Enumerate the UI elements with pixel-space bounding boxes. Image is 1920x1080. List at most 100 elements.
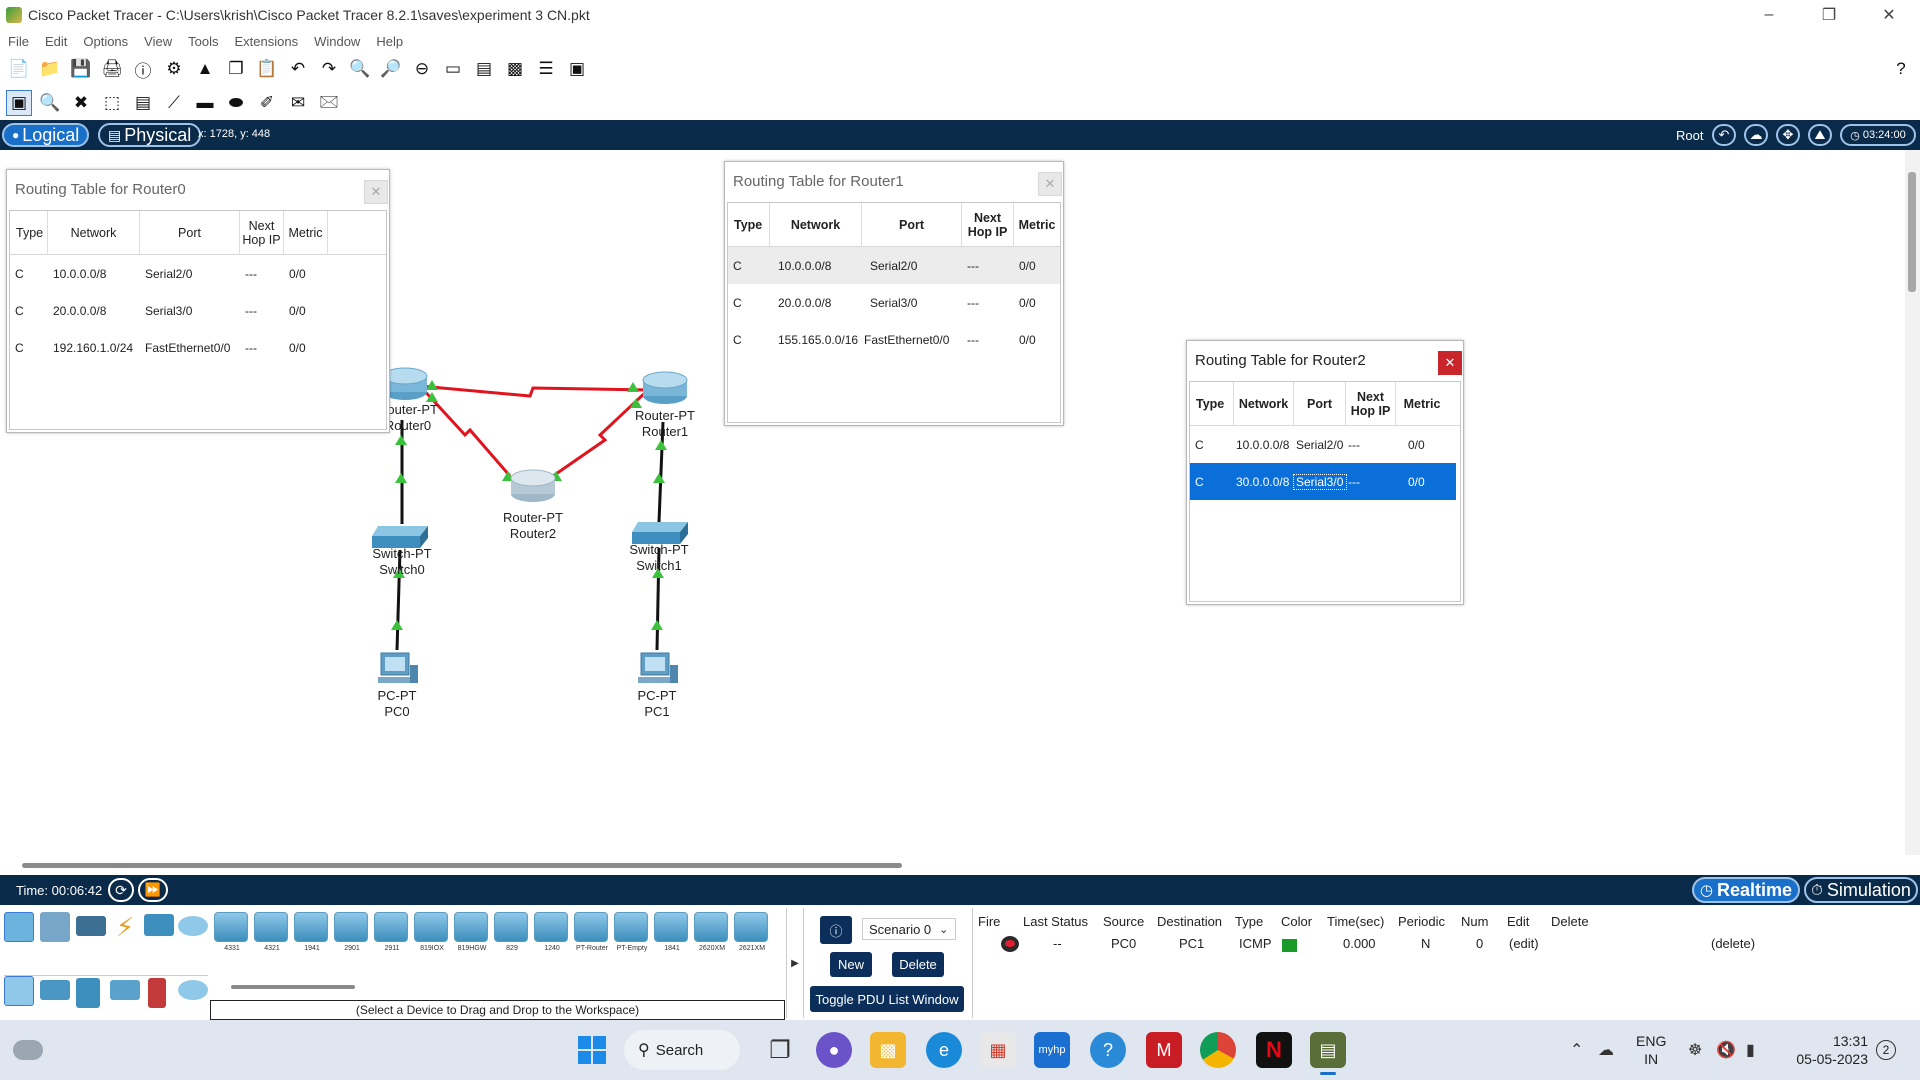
power-cycle-icon[interactable]: ⟳ xyxy=(108,878,134,902)
new-file-icon[interactable]: 📄 xyxy=(6,56,32,82)
device-model-1841[interactable]: 1841 xyxy=(654,912,688,952)
help-app-icon[interactable]: ? xyxy=(1090,1032,1126,1068)
scenario-select[interactable]: Scenario 0 ⌄ xyxy=(862,918,956,940)
menu-edit[interactable]: Edit xyxy=(45,34,67,49)
table-row[interactable]: C 10.0.0.0/8 Serial2/0 --- 0/0 xyxy=(10,255,386,292)
cluster-list-icon[interactable]: ☰ xyxy=(533,56,559,82)
netflix-icon[interactable]: N xyxy=(1256,1032,1292,1068)
freeform-icon[interactable]: ✐ xyxy=(254,90,280,116)
components-category-icon[interactable] xyxy=(76,916,106,936)
inspect-icon[interactable]: 🔍 xyxy=(37,90,63,116)
network-status-icon[interactable]: ☁ xyxy=(1598,1040,1614,1060)
restore-button[interactable]: ❐ xyxy=(1800,0,1858,30)
weather-icon[interactable] xyxy=(10,1032,46,1068)
zoom-in-icon[interactable]: 🔍 xyxy=(347,56,373,82)
zoom-out-icon[interactable]: ⊖ xyxy=(409,56,435,82)
menu-file[interactable]: File xyxy=(8,34,29,49)
end-devices-category-icon[interactable] xyxy=(40,912,70,942)
device-model-4321[interactable]: 4321 xyxy=(254,912,288,952)
viewport-icon[interactable]: ▣ xyxy=(564,56,590,82)
vertical-scrollbar[interactable] xyxy=(1905,150,1920,855)
device-model-pt-empty[interactable]: PT-Empty xyxy=(614,912,648,952)
place-note-icon[interactable]: ▤ xyxy=(130,90,156,116)
device-model-829[interactable]: 829 xyxy=(494,912,528,952)
open-folder-icon[interactable]: 📁 xyxy=(37,56,63,82)
notification-badge[interactable]: 2 xyxy=(1876,1040,1896,1060)
cluster-icon[interactable]: ▩ xyxy=(502,56,528,82)
draw-rectangle-icon[interactable]: ▬ xyxy=(192,90,218,116)
simulation-mode-button[interactable]: ⏱ Simulation xyxy=(1804,877,1918,903)
speaker-muted-icon[interactable]: 🔇 xyxy=(1716,1040,1736,1060)
fast-forward-icon[interactable]: ⏩ xyxy=(138,878,168,902)
table-row[interactable]: C 155.165.0.0/16 FastEthernet0/0 --- 0/0 xyxy=(728,321,1060,358)
root-label[interactable]: Root xyxy=(1676,128,1703,143)
device-model-2621xm[interactable]: 2621XM xyxy=(734,912,768,952)
device-model-819iox[interactable]: 819IOX xyxy=(414,912,448,952)
mcafee-icon[interactable]: M xyxy=(1146,1032,1182,1068)
hubs-subcategory-icon[interactable] xyxy=(76,978,100,1008)
store-icon[interactable]: ▦ xyxy=(980,1032,1016,1068)
wireless-subcategory-icon[interactable] xyxy=(110,980,140,1000)
menu-tools[interactable]: Tools xyxy=(188,34,218,49)
resize-shape-icon[interactable]: ⬚ xyxy=(99,90,125,116)
device-model-819hgw[interactable]: 819HGW xyxy=(454,912,488,952)
redo-icon[interactable]: ↷ xyxy=(316,56,342,82)
draw-line-icon[interactable]: ⟋ xyxy=(161,90,187,116)
undo-icon[interactable]: ↶ xyxy=(285,56,311,82)
close-icon[interactable]: ✕ xyxy=(1038,172,1062,196)
new-scenario-button[interactable]: New xyxy=(830,952,872,977)
move-icon[interactable]: ✥ xyxy=(1776,124,1800,146)
switches-subcategory-icon[interactable] xyxy=(40,980,70,1000)
device-model-4331[interactable]: 4331 xyxy=(214,912,248,952)
menu-extensions[interactable]: Extensions xyxy=(234,34,298,49)
device-model-1240[interactable]: 1240 xyxy=(534,912,568,952)
delete-scenario-button[interactable]: Delete xyxy=(892,952,944,977)
routing-table-window-router2[interactable]: Routing Table for Router2 ✕ Type Network… xyxy=(1186,340,1464,605)
select-tool-icon[interactable]: ▣ xyxy=(6,90,32,116)
simple-pdu-icon[interactable]: ✉ xyxy=(285,90,311,116)
paste-icon[interactable]: 📋 xyxy=(254,56,280,82)
wifi-icon[interactable]: ☸ xyxy=(1688,1040,1702,1060)
tray-overflow-icon[interactable]: ⌃ xyxy=(1570,1040,1583,1060)
delete-tool-icon[interactable]: ✖ xyxy=(68,90,94,116)
routers-subcategory-icon[interactable] xyxy=(4,976,34,1006)
help-icon[interactable]: ? xyxy=(1888,56,1914,82)
routing-table-window-router0[interactable]: Routing Table for Router0 ✕ Type Network… xyxy=(6,169,390,433)
table-row[interactable]: C 20.0.0.0/8 Serial3/0 --- 0/0 xyxy=(728,284,1060,321)
menu-help[interactable]: Help xyxy=(376,34,403,49)
connections-category-icon[interactable]: ⚡ xyxy=(110,912,140,942)
print-icon[interactable]: 🖨 xyxy=(99,56,125,82)
table-row-selected[interactable]: C 30.0.0.0/8 Serial3/0 --- 0/0 xyxy=(1190,463,1456,500)
menu-window[interactable]: Window xyxy=(314,34,360,49)
file-explorer-icon[interactable]: ▩ xyxy=(870,1032,906,1068)
toggle-pdu-list-button[interactable]: Toggle PDU List Window xyxy=(810,986,964,1012)
menu-view[interactable]: View xyxy=(144,34,172,49)
table-row[interactable]: C 10.0.0.0/8 Serial2/0 --- 0/0 xyxy=(1190,426,1460,463)
horizontal-scroll-thumb[interactable] xyxy=(22,863,902,868)
security-subcategory-icon[interactable] xyxy=(148,978,166,1008)
tab-physical[interactable]: ▤ Physical xyxy=(98,123,202,147)
realtime-mode-button[interactable]: ◷ Realtime xyxy=(1692,877,1800,903)
teams-chat-icon[interactable]: ● xyxy=(816,1032,852,1068)
info-scenario-icon[interactable]: ⓘ xyxy=(820,916,852,944)
pdu-delete-link[interactable]: (delete) xyxy=(1711,936,1755,951)
device-model-2911[interactable]: 2911 xyxy=(374,912,408,952)
device-model-1941[interactable]: 1941 xyxy=(294,912,328,952)
close-icon[interactable]: ✕ xyxy=(364,180,388,204)
pdu-edit-link[interactable]: (edit) xyxy=(1509,936,1539,951)
vertical-scroll-thumb[interactable] xyxy=(1908,172,1916,292)
copy-icon[interactable]: ❐ xyxy=(223,56,249,82)
close-window-button[interactable]: ✕ xyxy=(1860,0,1918,30)
clock-date[interactable]: 13:31 05-05-2023 xyxy=(1788,1032,1868,1068)
chrome-icon[interactable] xyxy=(1200,1032,1236,1068)
myhp-icon[interactable]: myhp xyxy=(1034,1032,1070,1068)
info-icon[interactable]: ⓘ xyxy=(130,56,156,82)
background-icon[interactable]: ⛰ xyxy=(1808,124,1832,146)
activity-wizard-icon[interactable]: ▲ xyxy=(192,56,218,82)
edge-browser-icon[interactable]: e xyxy=(926,1032,962,1068)
menu-options[interactable]: Options xyxy=(83,34,128,49)
language-indicator[interactable]: ENG IN xyxy=(1636,1032,1666,1068)
network-wizard-icon[interactable]: ⚙ xyxy=(161,56,187,82)
table-row[interactable]: C 10.0.0.0/8 Serial2/0 --- 0/0 xyxy=(728,247,1060,284)
start-icon[interactable] xyxy=(574,1032,610,1068)
